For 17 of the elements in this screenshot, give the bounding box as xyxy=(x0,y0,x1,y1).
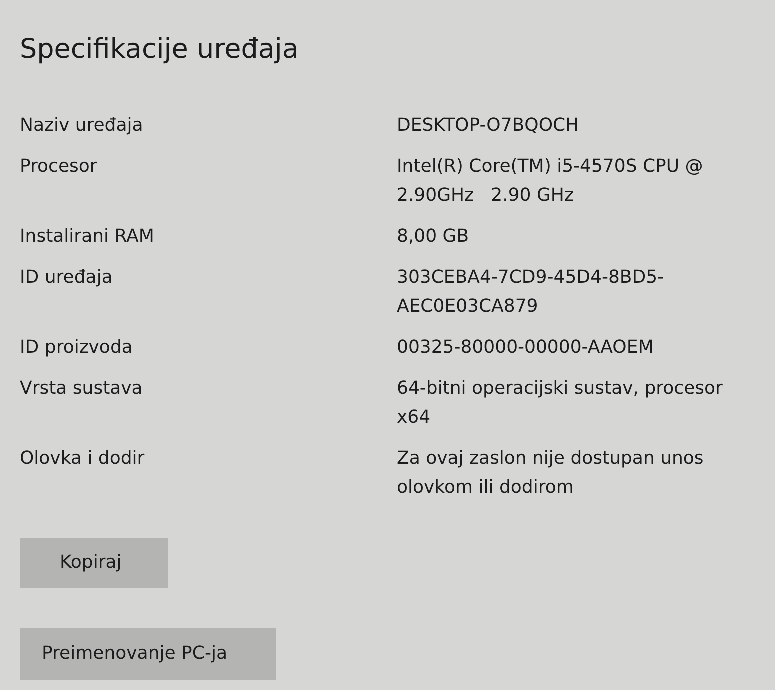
copy-button[interactable]: Kopiraj xyxy=(20,538,168,588)
spec-label: Instalirani RAM xyxy=(20,224,156,248)
spec-label: ID proizvoda xyxy=(20,336,134,360)
spec-label: Olovka i dodir xyxy=(20,446,146,470)
rename-pc-button[interactable]: Preimenovanje PC-ja xyxy=(20,628,276,680)
spec-value: 64-bitni operacijski sustav, procesor x64 xyxy=(397,376,724,430)
spec-value: Za ovaj zaslon nije dostupan unos olovkom ili dodirom xyxy=(397,446,705,500)
spec-value: 303CEBA4-7CD9-45D4-8BD5-AEC0E03CA879 xyxy=(397,266,666,318)
spec-label: Vrsta sustava xyxy=(20,376,144,400)
spec-value: 8,00 GB xyxy=(397,224,470,248)
spec-label: Naziv uređaja xyxy=(20,114,144,138)
page-title: Specifikacije uređaja xyxy=(20,33,299,67)
spec-value: DESKTOP-O7BQOCH xyxy=(397,114,580,138)
spec-label: Procesor xyxy=(20,154,98,178)
spec-value: 00325-80000-00000-AAOEM xyxy=(397,336,655,360)
spec-value: Intel(R) Core(TM) i5-4570S CPU @ 2.90GHz 2.90 GHz xyxy=(397,154,704,208)
spec-label: ID uređaja xyxy=(20,266,114,290)
